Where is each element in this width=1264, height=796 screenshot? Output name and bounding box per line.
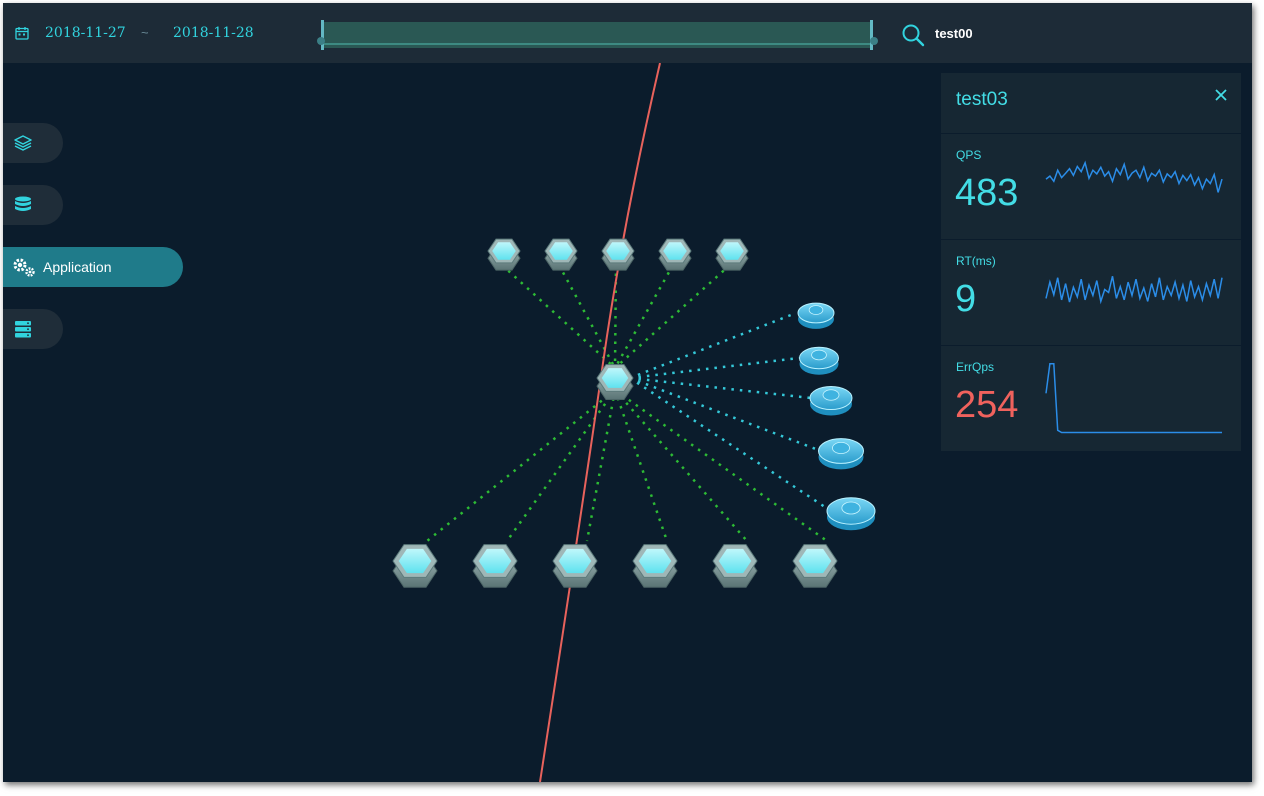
node-layer — [392, 238, 876, 588]
server-icon — [15, 321, 31, 338]
metric-errqps: ErrQps 254 — [941, 345, 1241, 450]
rt-sparkline — [1045, 276, 1223, 305]
upstream-node — [715, 238, 749, 271]
gears-icon — [13, 258, 35, 277]
search-input[interactable]: test00 — [935, 26, 973, 41]
upstream-link — [557, 264, 617, 369]
close-icon[interactable] — [1213, 87, 1229, 103]
downstream-node — [472, 544, 518, 588]
downstream-link — [585, 389, 617, 542]
sparkline-path — [1045, 160, 1223, 193]
metric-value: 254 — [955, 384, 1019, 426]
downstream-node — [392, 544, 438, 588]
center-node — [596, 364, 634, 400]
sidebar-item-database[interactable] — [3, 185, 63, 225]
database-icon — [809, 385, 853, 416]
upstream-node — [601, 238, 635, 271]
upstream-link — [613, 264, 675, 369]
downstream-link — [613, 389, 669, 542]
link-layer — [426, 264, 832, 543]
dependency-link — [629, 311, 797, 380]
cache-icon — [797, 302, 835, 329]
app-window: 2018-11-27 ~ 2018-11-28 test00 Applicati… — [3, 3, 1252, 782]
sidebar-item-application[interactable]: Application — [3, 247, 183, 287]
calendar-icon[interactable] — [15, 26, 29, 40]
database-icon — [15, 196, 31, 211]
downstream-node — [632, 544, 678, 588]
storage-icon — [818, 438, 864, 470]
disk-symbol — [808, 305, 824, 315]
slider-right-handle[interactable] — [870, 20, 873, 50]
downstream-node — [712, 544, 758, 588]
metric-value: 9 — [955, 278, 977, 320]
downstream-link — [614, 388, 828, 543]
dependency-link — [629, 376, 822, 453]
downstream-link — [505, 389, 617, 542]
disk-symbol — [832, 441, 850, 455]
time-range-slider[interactable] — [317, 20, 878, 50]
layers-icon — [14, 135, 32, 151]
upstream-link — [501, 264, 616, 369]
trace-line — [539, 63, 661, 782]
date-separator: ~ — [141, 25, 149, 40]
dependency-link — [629, 376, 812, 400]
start-date[interactable]: 2018-11-27 — [45, 25, 126, 41]
search-icon[interactable] — [901, 23, 925, 47]
downstream-node — [792, 544, 838, 588]
mq-icon — [799, 346, 839, 375]
slider-right-knob[interactable] — [870, 37, 878, 45]
sidebar-item-server[interactable] — [3, 309, 63, 349]
metric-rt: RT(ms) 9 — [941, 239, 1241, 344]
downstream-link — [426, 389, 616, 542]
sidebar-item-label: Application — [43, 259, 112, 275]
qps-sparkline — [1045, 160, 1223, 193]
panel-title: test03 — [956, 89, 1008, 110]
sparkline-path — [1045, 362, 1222, 434]
metric-qps: QPS 483 — [941, 133, 1241, 238]
upstream-node — [544, 238, 578, 271]
metric-label: QPS — [956, 148, 982, 162]
errqps-sparkline — [1045, 362, 1222, 434]
upstream-link — [614, 264, 731, 369]
slider-left-handle[interactable] — [321, 20, 324, 50]
disk-symbol — [822, 389, 840, 401]
upstream-node — [487, 238, 521, 271]
slider-left-knob[interactable] — [317, 37, 325, 45]
metric-label: ErrQps — [956, 360, 995, 374]
metric-label: RT(ms) — [956, 254, 996, 268]
top-bar: 2018-11-27 ~ 2018-11-28 test00 — [3, 3, 1252, 63]
metric-value: 483 — [955, 172, 1019, 214]
db-icon — [826, 497, 876, 531]
slider-baseline — [321, 43, 873, 45]
downstream-node — [552, 544, 598, 588]
sidebar-item-layers[interactable] — [3, 123, 63, 163]
sparkline-path — [1045, 276, 1223, 305]
upstream-node — [658, 238, 692, 271]
disk-symbol — [811, 349, 827, 361]
disk-symbol — [841, 501, 861, 515]
end-date[interactable]: 2018-11-28 — [173, 25, 254, 41]
detail-panel: test03 QPS 483 RT(ms) 9 ErrQps 254 — [941, 73, 1241, 451]
